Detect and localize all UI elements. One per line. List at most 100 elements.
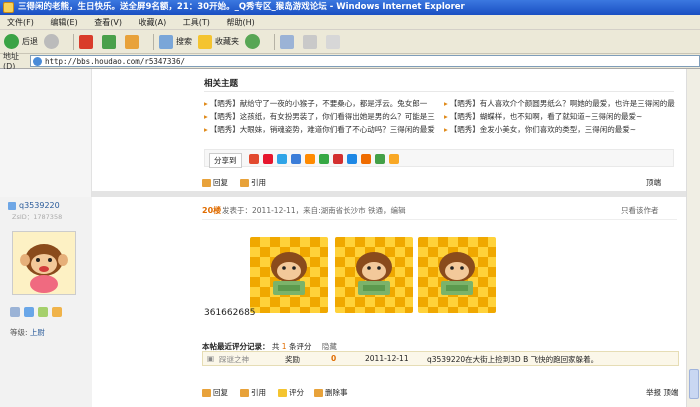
rating-row: ▣ 踩谜之神 奖励 0 2011-12-11 q3539220在大街上捡到3D … bbox=[202, 351, 679, 366]
menu-view[interactable]: 查看(V) bbox=[87, 15, 129, 30]
address-input[interactable]: http://bbs.houdao.com/r5347336/ bbox=[30, 55, 700, 67]
rating-reason: q3539220在大街上捡到3D B 飞快的跑回家躲着。 bbox=[427, 355, 599, 364]
username[interactable]: q3539220 bbox=[8, 201, 60, 210]
share-douban-icon[interactable] bbox=[319, 154, 329, 164]
share-kaixin-icon[interactable] bbox=[305, 154, 315, 164]
delete-link[interactable]: 删除事 bbox=[314, 387, 348, 398]
menu-edit[interactable]: 编辑(E) bbox=[43, 15, 84, 30]
menu-tools[interactable]: 工具(T) bbox=[176, 15, 217, 30]
toolbar-separator bbox=[153, 33, 154, 50]
monkey-money-icon bbox=[356, 252, 392, 295]
menu-help[interactable]: 帮助(H) bbox=[219, 15, 261, 30]
related-topic-link[interactable]: 【晒秀】这孩纸，有女扮男装了，你们看得出她是男的么？可能是三 bbox=[204, 111, 435, 122]
toolbar-separator bbox=[274, 33, 275, 50]
back-button[interactable]: 后退 bbox=[4, 34, 38, 49]
vertical-scrollbar[interactable] bbox=[686, 69, 700, 407]
reply-link[interactable]: 回复 bbox=[202, 177, 228, 188]
quote-link[interactable]: 引用 bbox=[240, 387, 266, 398]
top-link[interactable]: 顶端 bbox=[646, 177, 661, 188]
message-icon[interactable] bbox=[10, 307, 20, 317]
monkey-money-icon bbox=[271, 252, 307, 295]
avatar[interactable] bbox=[12, 231, 76, 295]
quote-icon bbox=[240, 388, 249, 397]
share-baidu-icon[interactable] bbox=[361, 154, 371, 164]
window-titlebar: 三得闲的老熊，生日快乐。送全屏9名额，21：30开始。_Q秀专区_猴岛游戏论坛 … bbox=[0, 0, 700, 15]
related-topic-link[interactable]: 【晒秀】有人喜欢介个颜圆男纸么？啊她的最爱，也许是三得闲的最 bbox=[444, 98, 675, 109]
post-text: 361662685 bbox=[204, 308, 256, 318]
home-button[interactable] bbox=[125, 34, 142, 49]
post-body: 20楼 发表于：2011-12-11，来自:湖南省长沙市 铁通，编辑 只看该作者 bbox=[92, 197, 686, 407]
scrollbar-thumb[interactable] bbox=[689, 369, 699, 399]
rating-value: 0 bbox=[331, 354, 337, 363]
back-arrow-icon bbox=[4, 34, 19, 49]
mail-icon bbox=[280, 34, 294, 49]
share-weibo-icon[interactable] bbox=[263, 154, 273, 164]
share-msn-icon[interactable] bbox=[375, 154, 385, 164]
rating-user[interactable]: 踩谜之神 bbox=[219, 354, 249, 365]
print-icon bbox=[303, 34, 317, 49]
refresh-icon bbox=[102, 34, 116, 49]
user-id: ZsID：1787358 bbox=[12, 213, 63, 221]
refresh-button[interactable] bbox=[102, 34, 119, 49]
favorites-button[interactable]: 收藏夹 bbox=[198, 34, 239, 49]
related-topic-link[interactable]: 【晒秀】大眼妹，销魂姿势，难道你们看了不心动吗？三得闲的最爱 bbox=[204, 124, 435, 135]
share-more-icon[interactable] bbox=[389, 154, 399, 164]
monkey-money-icon bbox=[439, 252, 475, 295]
share-sohu-icon[interactable] bbox=[347, 154, 357, 164]
quote-icon bbox=[240, 178, 249, 187]
menu-bar: 文件(F) 编辑(E) 查看(V) 收藏(A) 工具(T) 帮助(H) bbox=[0, 15, 700, 30]
quote-link[interactable]: 引用 bbox=[240, 177, 266, 188]
delete-icon bbox=[314, 388, 323, 397]
window-title: 三得闲的老熊，生日快乐。送全屏9名额，21：30开始。_Q秀专区_猴岛游戏论坛 … bbox=[18, 2, 465, 12]
report-link[interactable]: 举报 bbox=[646, 388, 661, 397]
edit-button[interactable] bbox=[326, 34, 343, 49]
share-qzone-icon[interactable] bbox=[249, 154, 259, 164]
forward-arrow-icon bbox=[44, 34, 59, 49]
page-icon bbox=[33, 57, 42, 66]
post-image bbox=[250, 237, 328, 313]
top-link[interactable]: 顶端 bbox=[663, 388, 678, 397]
user-action-icons bbox=[10, 307, 66, 317]
reply-icon bbox=[202, 388, 211, 397]
forward-button[interactable] bbox=[44, 34, 62, 49]
rating-hide-link[interactable]: 隐藏 bbox=[322, 342, 337, 351]
profile-icon[interactable] bbox=[24, 307, 34, 317]
browser-toolbar: 后退 搜索 收藏夹 bbox=[0, 30, 700, 54]
reply-link[interactable]: 回复 bbox=[202, 387, 228, 398]
edit-page-icon bbox=[326, 34, 340, 49]
mail-button[interactable] bbox=[280, 34, 297, 49]
author-only-link[interactable]: 只看该作者 bbox=[621, 205, 659, 216]
related-topics-title: 相关主题 bbox=[204, 79, 239, 89]
related-topic-link[interactable]: 【晒秀】献给守了一夜的小猴子，不要桑心，都是浮云。兔女郎一 bbox=[204, 98, 428, 109]
share-label: 分享到 bbox=[209, 153, 242, 168]
friend-icon[interactable] bbox=[38, 307, 48, 317]
share-tqq-icon[interactable] bbox=[277, 154, 287, 164]
post-image bbox=[335, 237, 413, 313]
post-image bbox=[418, 237, 496, 313]
history-button[interactable] bbox=[245, 34, 263, 49]
user-info-panel: q3539220 ZsID：1787358 等级: 上尉 bbox=[0, 197, 92, 407]
related-topic-link[interactable]: 【晒秀】金发小美女，你们喜欢的类型，三得闲的最爱~ bbox=[444, 124, 636, 135]
share-netease-icon[interactable] bbox=[333, 154, 343, 164]
home-icon bbox=[125, 34, 139, 49]
print-button[interactable] bbox=[303, 34, 320, 49]
menu-favorites[interactable]: 收藏(A) bbox=[132, 15, 174, 30]
rank-value[interactable]: 上尉 bbox=[30, 328, 45, 337]
star-icon bbox=[198, 34, 212, 49]
related-topic-link[interactable]: 【晒秀】蝴蝶样，也不知啊，看了就知道~三得闲的最爱~ bbox=[444, 111, 643, 122]
bottom-right-links: 举报 顶端 bbox=[646, 387, 678, 398]
share-renren-icon[interactable] bbox=[291, 154, 301, 164]
stop-button[interactable] bbox=[79, 34, 96, 49]
rate-icon bbox=[278, 388, 287, 397]
rater-avatar-icon: ▣ bbox=[207, 354, 215, 363]
related-divider bbox=[204, 91, 674, 92]
qq-icon[interactable] bbox=[52, 307, 62, 317]
menu-file[interactable]: 文件(F) bbox=[0, 15, 41, 30]
toolbar-separator bbox=[73, 33, 74, 50]
search-button[interactable]: 搜索 bbox=[159, 34, 192, 49]
rate-link[interactable]: 评分 bbox=[278, 387, 304, 398]
address-label: 地址(D) bbox=[3, 52, 19, 71]
rating-type: 奖励 bbox=[285, 355, 300, 364]
reply-icon bbox=[202, 178, 211, 187]
search-icon bbox=[159, 34, 173, 49]
